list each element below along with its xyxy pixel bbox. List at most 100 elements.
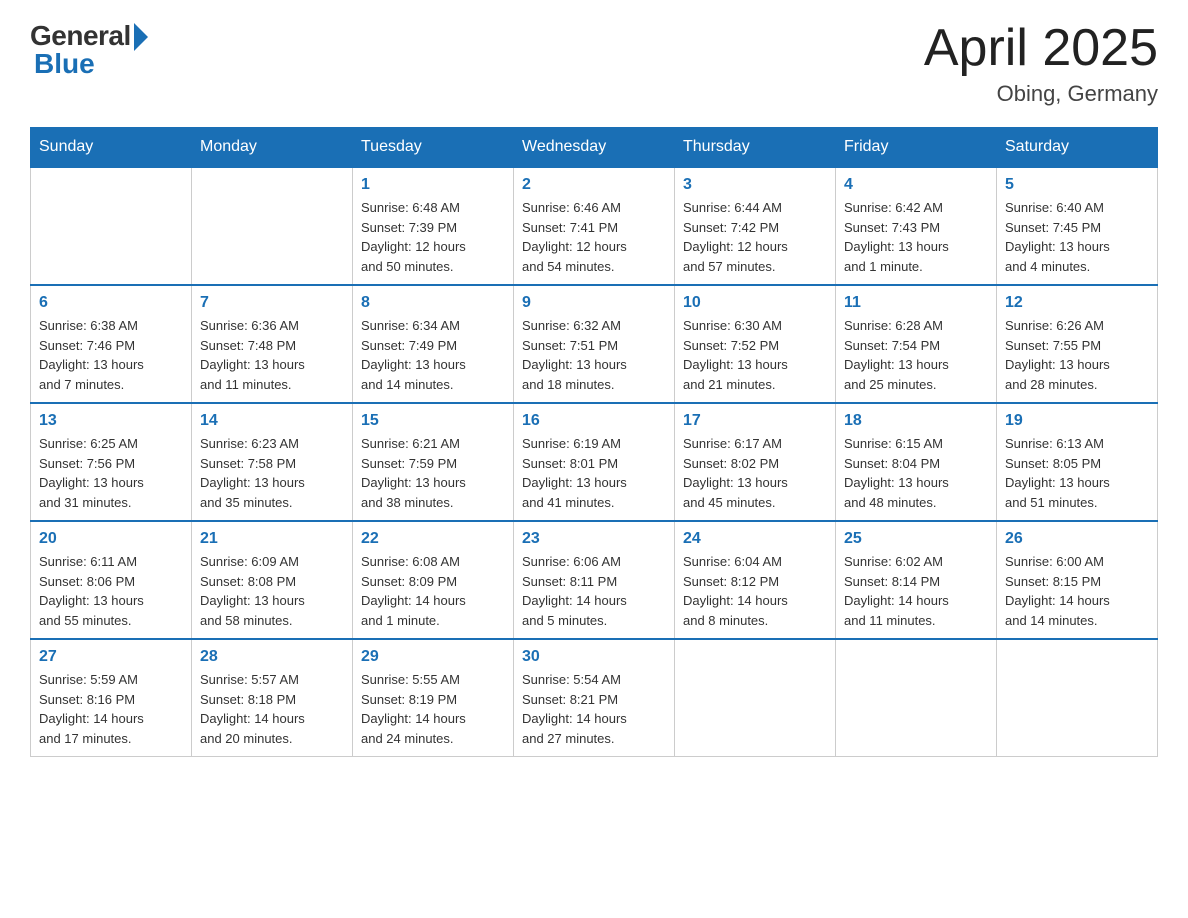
calendar-cell: 5Sunrise: 6:40 AMSunset: 7:45 PMDaylight… (997, 167, 1158, 285)
calendar-cell: 10Sunrise: 6:30 AMSunset: 7:52 PMDayligh… (675, 285, 836, 403)
calendar-cell: 12 Sunrise: 6:26 AMSunset: 7:55 PMDayligh… (997, 285, 1158, 403)
day-info: Sunrise: 6:44 AMSunset: 7:42 PMDaylight:… (683, 198, 827, 276)
day-number: 26 (1005, 530, 1149, 548)
weekday-header-sunday: Sunday (31, 128, 192, 168)
day-info: Sunrise: 6:23 AMSunset: 7:58 PMDaylight:… (200, 434, 344, 512)
day-number: 21 (200, 530, 344, 548)
calendar-cell: 19 Sunrise: 6:13 AMSunset: 8:05 PMDayligh… (997, 403, 1158, 521)
calendar-table: SundayMondayTuesdayWednesdayThursdayFrid… (30, 127, 1158, 757)
weekday-header-saturday: Saturday (997, 128, 1158, 168)
calendar-cell: 3 Sunrise: 6:44 AMSunset: 7:42 PMDaylight… (675, 167, 836, 285)
day-number: 19 (1005, 412, 1149, 430)
day-number: 6 (39, 294, 183, 312)
weekday-header-friday: Friday (836, 128, 997, 168)
day-number: 20 (39, 530, 183, 548)
calendar-cell: 15 Sunrise: 6:21 AMSunset: 7:59 PMDayligh… (353, 403, 514, 521)
weekday-header-thursday: Thursday (675, 128, 836, 168)
day-info: Sunrise: 6:34 AMSunset: 7:49 PMDaylight:… (361, 316, 505, 394)
day-number: 28 (200, 648, 344, 666)
calendar-cell: 9Sunrise: 6:32 AMSunset: 7:51 PMDaylight… (514, 285, 675, 403)
day-number: 18 (844, 412, 988, 430)
calendar-week-row: 13 Sunrise: 6:25 AMSunset: 7:56 PMDayligh… (31, 403, 1158, 521)
calendar-cell: 26 Sunrise: 6:00 AMSunset: 8:15 PMDayligh… (997, 521, 1158, 639)
day-number: 15 (361, 412, 505, 430)
day-info: Sunrise: 6:26 AMSunset: 7:55 PMDaylight:… (1005, 316, 1149, 394)
calendar-cell: 24Sunrise: 6:04 AMSunset: 8:12 PMDayligh… (675, 521, 836, 639)
day-number: 16 (522, 412, 666, 430)
day-info: Sunrise: 5:59 AMSunset: 8:16 PMDaylight:… (39, 670, 183, 748)
day-number: 22 (361, 530, 505, 548)
logo-blue-text: Blue (34, 48, 95, 80)
day-info: Sunrise: 6:17 AMSunset: 8:02 PMDaylight:… (683, 434, 827, 512)
calendar-cell (997, 639, 1158, 757)
calendar-title: April 2025 (924, 20, 1158, 77)
day-info: Sunrise: 6:04 AMSunset: 8:12 PMDaylight:… (683, 552, 827, 630)
day-number: 4 (844, 176, 988, 194)
calendar-cell: 29 Sunrise: 5:55 AMSunset: 8:19 PMDayligh… (353, 639, 514, 757)
calendar-cell: 13 Sunrise: 6:25 AMSunset: 7:56 PMDayligh… (31, 403, 192, 521)
day-info: Sunrise: 6:28 AMSunset: 7:54 PMDaylight:… (844, 316, 988, 394)
calendar-cell: 25 Sunrise: 6:02 AMSunset: 8:14 PMDayligh… (836, 521, 997, 639)
calendar-cell: 4 Sunrise: 6:42 AMSunset: 7:43 PMDaylight… (836, 167, 997, 285)
page-header: General Blue April 2025 Obing, Germany (30, 20, 1158, 107)
calendar-week-row: 6 Sunrise: 6:38 AMSunset: 7:46 PMDaylight… (31, 285, 1158, 403)
calendar-cell: 28 Sunrise: 5:57 AMSunset: 8:18 PMDayligh… (192, 639, 353, 757)
day-info: Sunrise: 6:42 AMSunset: 7:43 PMDaylight:… (844, 198, 988, 276)
title-block: April 2025 Obing, Germany (924, 20, 1158, 107)
day-info: Sunrise: 5:57 AMSunset: 8:18 PMDaylight:… (200, 670, 344, 748)
calendar-cell (675, 639, 836, 757)
day-number: 17 (683, 412, 827, 430)
day-info: Sunrise: 6:15 AMSunset: 8:04 PMDaylight:… (844, 434, 988, 512)
day-info: Sunrise: 6:19 AMSunset: 8:01 PMDaylight:… (522, 434, 666, 512)
calendar-cell (31, 167, 192, 285)
calendar-cell: 11 Sunrise: 6:28 AMSunset: 7:54 PMDayligh… (836, 285, 997, 403)
day-info: Sunrise: 6:25 AMSunset: 7:56 PMDaylight:… (39, 434, 183, 512)
day-number: 9 (522, 294, 666, 312)
day-number: 1 (361, 176, 505, 194)
day-info: Sunrise: 5:55 AMSunset: 8:19 PMDaylight:… (361, 670, 505, 748)
day-number: 11 (844, 294, 988, 312)
day-number: 3 (683, 176, 827, 194)
day-number: 2 (522, 176, 666, 194)
day-info: Sunrise: 6:06 AMSunset: 8:11 PMDaylight:… (522, 552, 666, 630)
calendar-header-row: SundayMondayTuesdayWednesdayThursdayFrid… (31, 128, 1158, 168)
day-number: 25 (844, 530, 988, 548)
day-info: Sunrise: 6:36 AMSunset: 7:48 PMDaylight:… (200, 316, 344, 394)
calendar-cell: 27Sunrise: 5:59 AMSunset: 8:16 PMDayligh… (31, 639, 192, 757)
day-info: Sunrise: 6:09 AMSunset: 8:08 PMDaylight:… (200, 552, 344, 630)
calendar-cell: 8 Sunrise: 6:34 AMSunset: 7:49 PMDaylight… (353, 285, 514, 403)
day-info: Sunrise: 6:13 AMSunset: 8:05 PMDaylight:… (1005, 434, 1149, 512)
day-number: 7 (200, 294, 344, 312)
calendar-cell: 23 Sunrise: 6:06 AMSunset: 8:11 PMDayligh… (514, 521, 675, 639)
day-info: Sunrise: 6:30 AMSunset: 7:52 PMDaylight:… (683, 316, 827, 394)
calendar-location: Obing, Germany (924, 81, 1158, 107)
day-number: 30 (522, 648, 666, 666)
day-info: Sunrise: 6:11 AMSunset: 8:06 PMDaylight:… (39, 552, 183, 630)
day-info: Sunrise: 6:40 AMSunset: 7:45 PMDaylight:… (1005, 198, 1149, 276)
logo: General Blue (30, 20, 148, 80)
calendar-cell: 21 Sunrise: 6:09 AMSunset: 8:08 PMDayligh… (192, 521, 353, 639)
day-info: Sunrise: 6:00 AMSunset: 8:15 PMDaylight:… (1005, 552, 1149, 630)
calendar-week-row: 1Sunrise: 6:48 AMSunset: 7:39 PMDaylight… (31, 167, 1158, 285)
calendar-cell: 1Sunrise: 6:48 AMSunset: 7:39 PMDaylight… (353, 167, 514, 285)
day-info: Sunrise: 5:54 AMSunset: 8:21 PMDaylight:… (522, 670, 666, 748)
calendar-cell (192, 167, 353, 285)
calendar-cell: 7 Sunrise: 6:36 AMSunset: 7:48 PMDaylight… (192, 285, 353, 403)
day-number: 13 (39, 412, 183, 430)
weekday-header-wednesday: Wednesday (514, 128, 675, 168)
calendar-week-row: 20 Sunrise: 6:11 AMSunset: 8:06 PMDayligh… (31, 521, 1158, 639)
day-number: 23 (522, 530, 666, 548)
calendar-cell: 18 Sunrise: 6:15 AMSunset: 8:04 PMDayligh… (836, 403, 997, 521)
day-number: 8 (361, 294, 505, 312)
calendar-week-row: 27Sunrise: 5:59 AMSunset: 8:16 PMDayligh… (31, 639, 1158, 757)
day-info: Sunrise: 6:38 AMSunset: 7:46 PMDaylight:… (39, 316, 183, 394)
calendar-cell: 22Sunrise: 6:08 AMSunset: 8:09 PMDayligh… (353, 521, 514, 639)
calendar-cell: 16 Sunrise: 6:19 AMSunset: 8:01 PMDayligh… (514, 403, 675, 521)
calendar-cell: 2Sunrise: 6:46 AMSunset: 7:41 PMDaylight… (514, 167, 675, 285)
day-info: Sunrise: 6:21 AMSunset: 7:59 PMDaylight:… (361, 434, 505, 512)
day-number: 12 (1005, 294, 1149, 312)
day-info: Sunrise: 6:02 AMSunset: 8:14 PMDaylight:… (844, 552, 988, 630)
calendar-cell: 14Sunrise: 6:23 AMSunset: 7:58 PMDayligh… (192, 403, 353, 521)
weekday-header-tuesday: Tuesday (353, 128, 514, 168)
day-number: 29 (361, 648, 505, 666)
